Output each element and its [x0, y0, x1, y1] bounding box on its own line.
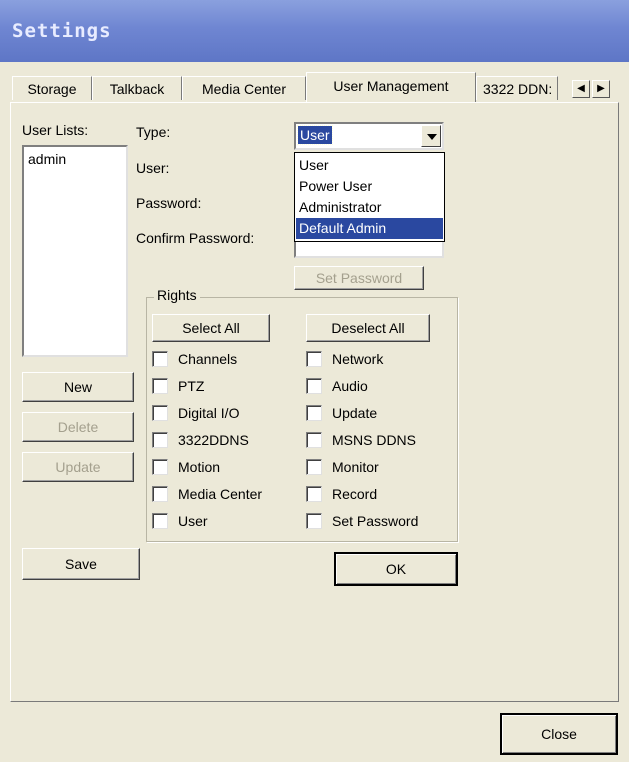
ptz-label: PTZ	[178, 378, 205, 394]
network-label: Network	[332, 351, 384, 367]
tab-user-management[interactable]: User Management	[306, 72, 476, 102]
update-checkbox[interactable]	[306, 405, 322, 421]
3322ddns-checkbox[interactable]	[152, 432, 168, 448]
tab-talkback[interactable]: Talkback	[92, 76, 182, 100]
user-checkbox[interactable]	[152, 513, 168, 529]
digital-io-label: Digital I/O	[178, 405, 240, 421]
left-arrow-icon: ◀	[577, 83, 585, 94]
type-option-user[interactable]: User	[296, 155, 443, 176]
msns-ddns-checkbox[interactable]	[306, 432, 322, 448]
type-option-default-admin[interactable]: Default Admin	[296, 218, 443, 239]
update-label: Update	[332, 405, 378, 421]
type-dropdown-list[interactable]: User Power User Administrator Default Ad…	[294, 152, 445, 242]
motion-label: Motion	[178, 459, 221, 475]
type-select-value: User	[297, 125, 333, 145]
network-checkbox[interactable]	[306, 351, 322, 367]
motion-checkbox[interactable]	[152, 459, 168, 475]
tab-scroll-right-button[interactable]: ▶	[592, 80, 610, 98]
record-checkbox[interactable]	[306, 486, 322, 502]
delete-button[interactable]: Delete	[22, 412, 134, 442]
close-button[interactable]: Close	[500, 713, 618, 755]
set-password-right-label: Set Password	[332, 513, 419, 529]
select-all-button[interactable]: Select All	[152, 314, 270, 342]
media-center-checkbox[interactable]	[152, 486, 168, 502]
channels-label: Channels	[178, 351, 238, 367]
deselect-all-button[interactable]: Deselect All	[306, 314, 430, 342]
audio-label: Audio	[332, 378, 368, 394]
right-arrow-icon: ▶	[597, 83, 605, 94]
msns-ddns-label: MSNS DDNS	[332, 432, 417, 448]
window-title: Settings	[12, 20, 112, 42]
media-center-label: Media Center	[178, 486, 263, 502]
ptz-checkbox[interactable]	[152, 378, 168, 394]
password-label: Password:	[136, 195, 202, 211]
rights-legend: Rights	[154, 287, 200, 303]
digital-io-checkbox[interactable]	[152, 405, 168, 421]
user-lists-label: User Lists:	[22, 122, 89, 138]
set-password-button[interactable]: Set Password	[294, 266, 424, 290]
user-list[interactable]: admin	[22, 145, 128, 357]
monitor-checkbox[interactable]	[306, 459, 322, 475]
update-button[interactable]: Update	[22, 452, 134, 482]
set-password-checkbox[interactable]	[306, 513, 322, 529]
list-item[interactable]: admin	[28, 151, 66, 167]
type-option-power-user[interactable]: Power User	[296, 176, 443, 197]
type-label: Type:	[136, 124, 171, 140]
chevron-down-icon[interactable]	[421, 125, 441, 147]
user-right-label: User	[178, 513, 208, 529]
tab-storage[interactable]: Storage	[12, 76, 92, 100]
save-button[interactable]: Save	[22, 548, 140, 580]
audio-checkbox[interactable]	[306, 378, 322, 394]
user-label: User:	[136, 160, 170, 176]
record-label: Record	[332, 486, 378, 502]
3322ddns-label: 3322DDNS	[178, 432, 249, 448]
tab-scroll-left-button[interactable]: ◀	[572, 80, 590, 98]
confirm-password-label: Confirm Password:	[136, 230, 255, 246]
type-option-administrator[interactable]: Administrator	[296, 197, 443, 218]
new-button[interactable]: New	[22, 372, 134, 402]
monitor-label: Monitor	[332, 459, 379, 475]
type-select[interactable]: User	[294, 122, 444, 150]
tab-media-center[interactable]: Media Center	[182, 76, 306, 100]
channels-checkbox[interactable]	[152, 351, 168, 367]
ok-button[interactable]: OK	[334, 552, 458, 586]
tab-3322-ddns[interactable]: 3322 DDN:	[476, 76, 558, 100]
